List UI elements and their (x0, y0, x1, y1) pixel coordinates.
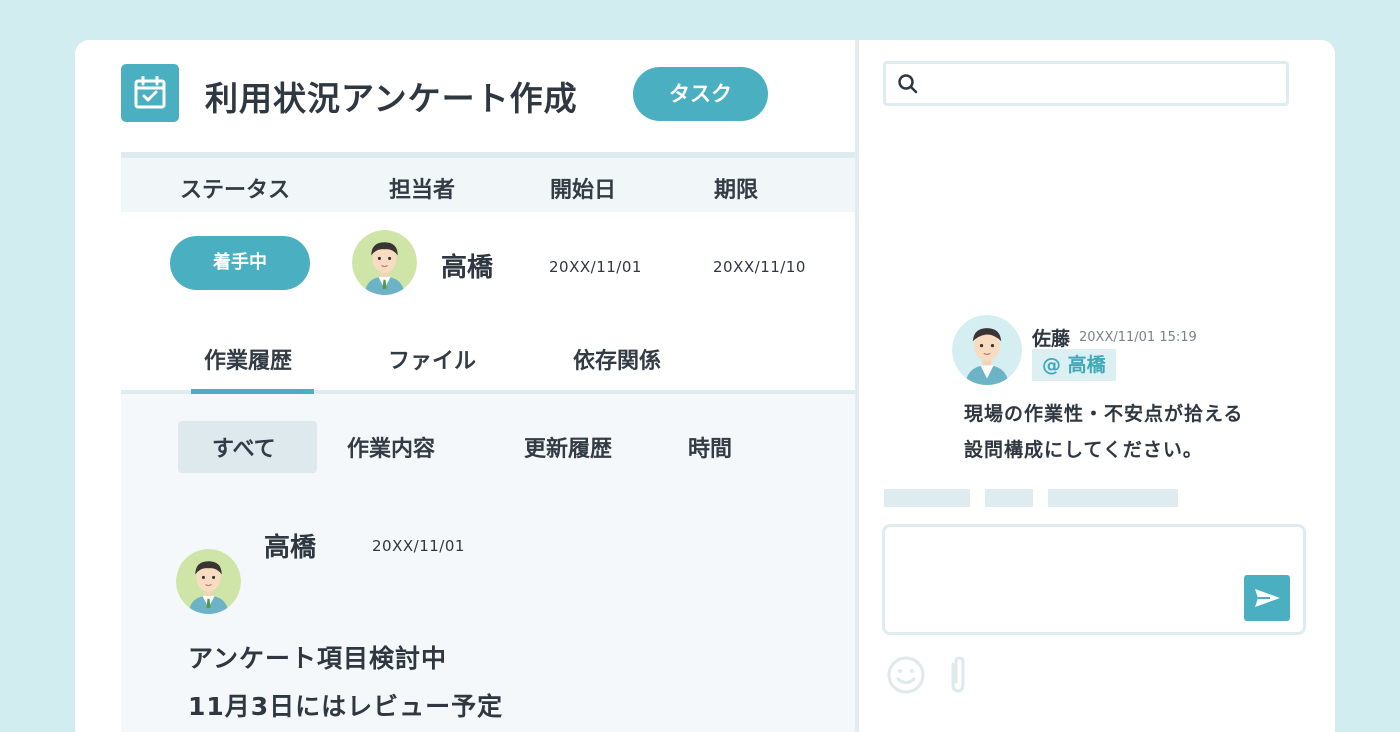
entry-date: 20XX/11/01 (372, 537, 465, 555)
comment-timestamp: 20XX/11/01 15:19 (1079, 330, 1197, 345)
send-button[interactable] (1244, 575, 1290, 621)
filter-work-content[interactable]: 作業内容 (347, 431, 435, 463)
paperclip-icon[interactable] (945, 654, 971, 700)
mention-tag[interactable]: @ 高橋 (1032, 349, 1116, 381)
filter-all[interactable]: すべて (212, 431, 276, 463)
tab-dependencies[interactable]: 依存関係 (573, 343, 661, 375)
column-start-date: 開始日 (550, 178, 617, 203)
entry-avatar (176, 549, 241, 614)
info-header-row: ステータス 担当者 開始日 期限 (121, 158, 855, 212)
calendar-check-icon (121, 64, 179, 122)
column-assignee: 担当者 (389, 178, 456, 203)
search-input[interactable] (926, 68, 1276, 99)
placeholder-bar (1048, 489, 1178, 507)
filter-update-history[interactable]: 更新履歴 (524, 431, 612, 463)
commenter-avatar (952, 315, 1022, 385)
placeholder-bar (985, 489, 1033, 507)
tab-work-history[interactable]: 作業履歴 (204, 343, 292, 375)
search-box[interactable] (883, 61, 1289, 106)
comment-pane: 佐藤 20XX/11/01 15:19 @ 高橋 現場の作業性・不安点が拾える … (859, 40, 1335, 732)
send-icon (1255, 589, 1280, 607)
placeholder-bar (884, 489, 970, 507)
entry-line-1: アンケート項目検討中 (188, 644, 448, 673)
entry-author: 高橋 (264, 533, 317, 563)
search-icon (898, 74, 918, 94)
column-due-date: 期限 (714, 178, 759, 203)
comment-line-1: 現場の作業性・不安点が拾える (964, 403, 1244, 425)
commenter-name: 佐藤 (1032, 328, 1071, 350)
reply-input[interactable] (882, 524, 1306, 635)
tab-files[interactable]: ファイル (388, 343, 476, 375)
history-panel: すべて 作業内容 更新履歴 時間 高橋 20XX/11/01 アンケート項目検討… (121, 394, 855, 732)
entry-line-2: 11月3日にはレビュー予定 (188, 692, 504, 721)
status-badge[interactable]: 着手中 (170, 236, 310, 290)
filter-time[interactable]: 時間 (688, 431, 732, 463)
due-date: 20XX/11/10 (713, 258, 806, 276)
task-type-button[interactable]: タスク (633, 67, 768, 121)
page-title: 利用状況アンケート作成 (205, 79, 578, 118)
column-status: ステータス (180, 178, 291, 203)
comment-line-2: 設問構成にしてください。 (964, 439, 1203, 461)
task-detail-pane: 利用状況アンケート作成 タスク ステータス 担当者 開始日 期限 着手中 高橋 … (75, 40, 855, 732)
assignee-avatar (352, 230, 417, 295)
assignee-name: 高橋 (441, 253, 494, 283)
smile-icon[interactable] (885, 654, 927, 700)
task-card: 利用状況アンケート作成 タスク ステータス 担当者 開始日 期限 着手中 高橋 … (75, 40, 1335, 732)
start-date: 20XX/11/01 (549, 258, 642, 276)
